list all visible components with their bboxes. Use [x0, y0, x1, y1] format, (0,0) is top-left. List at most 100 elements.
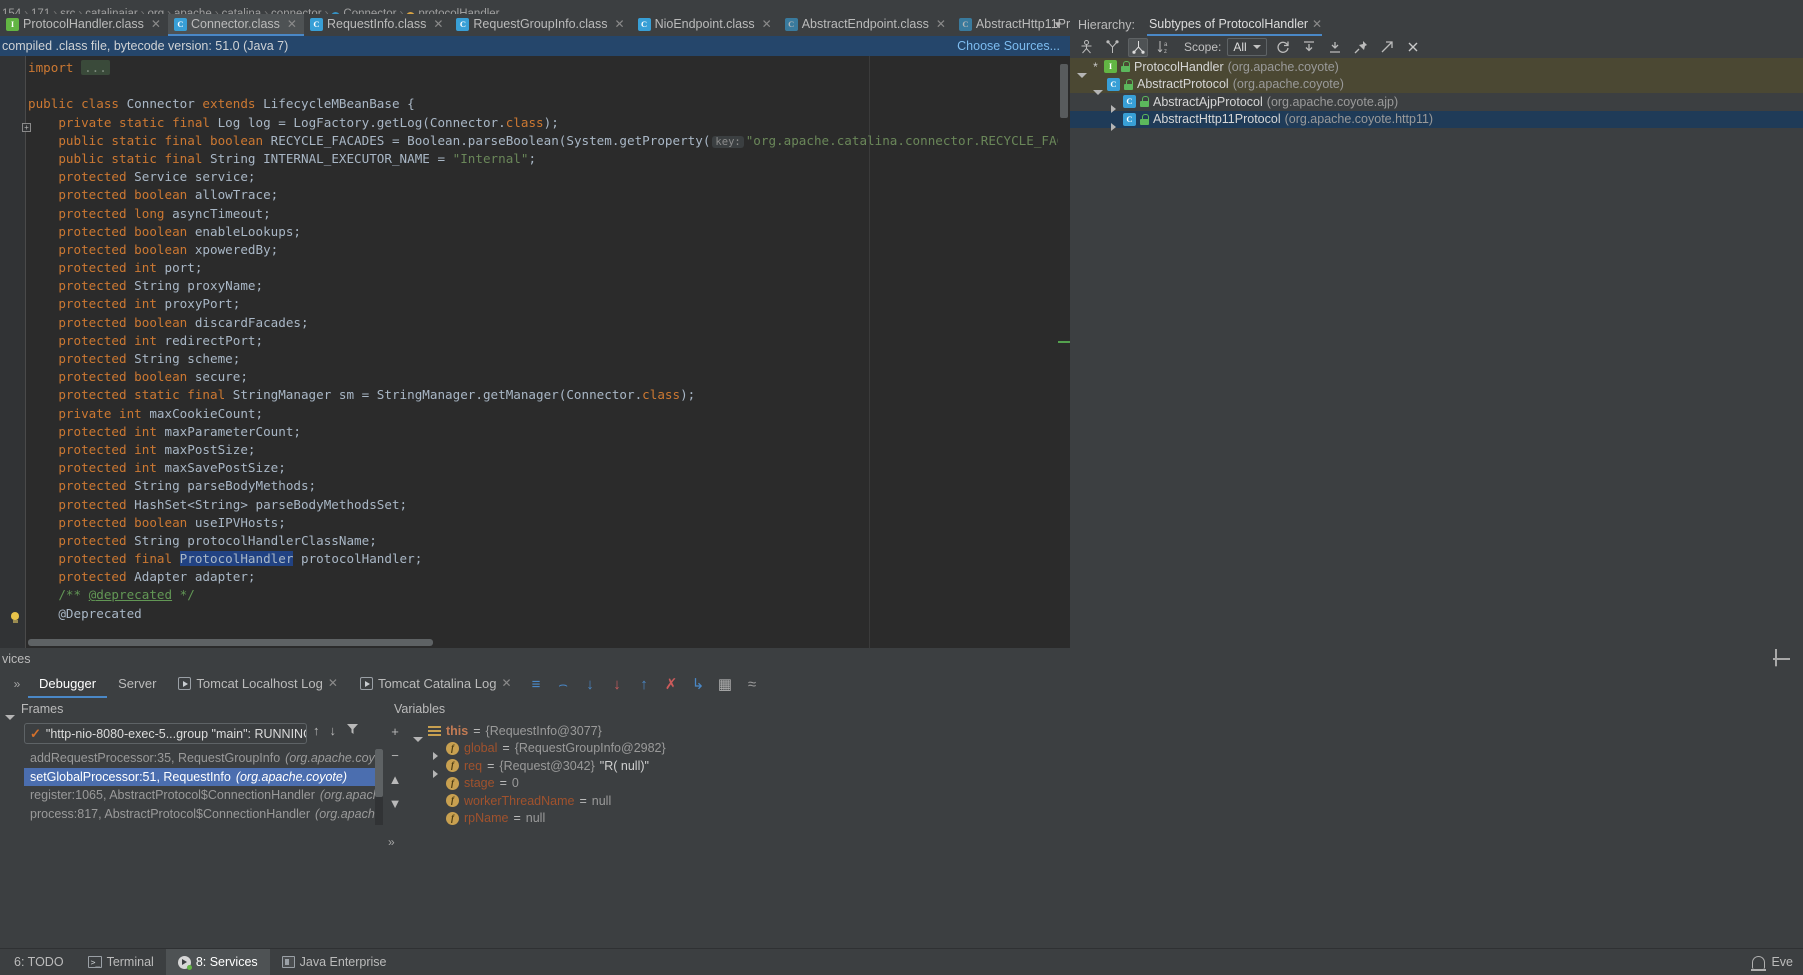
step-into-icon[interactable]: ↓	[583, 677, 598, 692]
debugger-tab-0[interactable]: Debugger	[28, 670, 108, 698]
step-over-icon[interactable]: ⌢	[556, 677, 571, 692]
move-down-icon[interactable]: ▼	[389, 796, 402, 811]
code-editor[interactable]: import ... public class Connector extends…	[0, 56, 1070, 648]
statusbar-item-todo[interactable]: 6: TODO	[2, 949, 76, 975]
add-watch-icon[interactable]: +	[391, 724, 399, 739]
frame-row-0[interactable]: addRequestProcessor:35, RequestGroupInfo…	[24, 749, 383, 768]
variable-row-1[interactable]: f global = {RequestGroupInfo@2982}	[412, 740, 1312, 761]
close-icon[interactable]: ✕	[1312, 17, 1322, 31]
debugger-tab-1[interactable]: Server	[107, 670, 167, 698]
frames-scrollbar[interactable]	[375, 749, 383, 825]
settings-gear-icon[interactable]	[1775, 651, 1789, 667]
variable-name: req	[464, 758, 483, 773]
frame-row-2[interactable]: register:1065, AbstractProtocol$Connecti…	[24, 786, 383, 805]
expand-tabs-icon[interactable]: »	[6, 677, 28, 691]
code-line: public static final String INTERNAL_EXEC…	[28, 150, 1070, 168]
frame-row-1[interactable]: setGlobalProcessor:51, RequestInfo (org.a…	[24, 767, 383, 786]
frame-package: (org.apache.coyote)	[285, 751, 383, 766]
statusbar-item-java-enterprise[interactable]: Java Enterprise	[270, 949, 399, 975]
debugger-tab-3[interactable]: Tomcat Catalina Log ✕	[349, 670, 523, 698]
editor-scrollbar-thumb[interactable]	[1060, 64, 1068, 118]
hierarchy-tree-row-2[interactable]: AbstractAjpProtocol(org.apache.coyote.aj…	[1070, 93, 1803, 114]
close-icon[interactable]: ✕	[501, 676, 511, 690]
editor-tab-0[interactable]: ProtocolHandler.class ✕	[0, 14, 168, 36]
hierarchy-node-package: (org.apache.coyote.http11)	[1284, 112, 1434, 127]
public-visibility-icon	[1140, 96, 1149, 108]
variable-row-2[interactable]: f req = {Request@3042} "R( null)"	[412, 757, 1312, 778]
collapse-all-icon[interactable]	[1325, 38, 1345, 57]
refresh-icon[interactable]	[1273, 38, 1293, 57]
pin-tab-icon[interactable]	[1351, 38, 1371, 57]
filter-frames-icon[interactable]	[346, 722, 359, 738]
type-hierarchy-icon[interactable]	[1076, 38, 1096, 57]
statusbar-right[interactable]: Eve	[1751, 955, 1793, 971]
hierarchy-node-package: (org.apache.coyote.ajp)	[1266, 94, 1399, 109]
intention-bulb-icon[interactable]	[9, 612, 22, 625]
hierarchy-node-package: (org.apache.coyote)	[1232, 77, 1344, 92]
editor-tab-3[interactable]: RequestGroupInfo.class ✕	[450, 14, 631, 36]
fold-toggle-icon[interactable]: +	[22, 123, 31, 132]
statusbar-item-terminal[interactable]: >_ Terminal	[76, 949, 166, 975]
editor-scrollbar[interactable]	[1058, 56, 1070, 648]
statusbar-item-services[interactable]: 8: Services	[165, 948, 270, 975]
close-icon[interactable]: ✕	[936, 17, 946, 31]
editor-horizontal-scrollbar[interactable]	[28, 639, 433, 646]
code-token: );	[543, 114, 559, 130]
editor-tab-2[interactable]: RequestInfo.class ✕	[304, 14, 450, 36]
step-out-icon[interactable]: ↑	[637, 677, 652, 692]
editor-tab-4[interactable]: NioEndpoint.class ✕	[632, 14, 779, 36]
more-tabs-chevron-icon[interactable]: ▼	[1046, 14, 1070, 36]
open-in-editor-icon[interactable]	[1377, 38, 1397, 57]
frame-row-3[interactable]: process:817, AbstractProtocol$Connection…	[24, 805, 383, 824]
expand-all-icon[interactable]	[1299, 38, 1319, 57]
sort-alphabetically-icon[interactable]: az	[1154, 38, 1174, 57]
subtypes-hierarchy-icon[interactable]	[1128, 37, 1148, 57]
hierarchy-tree[interactable]: *ProtocolHandler(org.apache.coyote)Abstr…	[1070, 58, 1803, 648]
evaluate-expression-icon[interactable]: ▦	[718, 677, 733, 692]
code-token: RECYCLE_FACADES = Boolean.parseBoolean(S…	[270, 132, 711, 148]
close-icon[interactable]: ✕	[328, 676, 338, 690]
supertypes-hierarchy-icon[interactable]	[1102, 38, 1122, 57]
variable-row-3[interactable]: f stage = 0	[412, 775, 1312, 793]
force-step-into-icon[interactable]: ↓	[610, 677, 625, 692]
drop-frame-icon[interactable]: ✗	[664, 677, 679, 692]
choose-sources-link[interactable]: Choose Sources...	[957, 39, 1060, 53]
move-up-icon[interactable]: ▲	[389, 772, 402, 787]
hierarchy-tree-row-1[interactable]: AbstractProtocol(org.apache.coyote)	[1070, 75, 1803, 96]
close-icon[interactable]: ✕	[615, 17, 625, 31]
variable-row-5[interactable]: f rpName = null	[412, 810, 1312, 828]
frame-up-icon[interactable]: ↑	[313, 723, 320, 738]
frames-list[interactable]: addRequestProcessor:35, RequestGroupInfo…	[24, 749, 383, 825]
expand-more-icon[interactable]: »	[388, 835, 395, 849]
thread-selector[interactable]: ✓ "http-nio-8080-exec-5...group "main": …	[24, 723, 307, 744]
scope-label: Scope:	[1184, 40, 1222, 54]
variable-row-4[interactable]: f workerThreadName = null	[412, 792, 1312, 810]
remove-watch-icon[interactable]: −	[391, 748, 399, 763]
close-icon[interactable]: ✕	[433, 17, 443, 31]
hierarchy-tab[interactable]: Subtypes of ProtocolHandler ✕	[1146, 14, 1323, 36]
run-to-cursor-icon[interactable]: ↳	[691, 677, 706, 692]
code-content[interactable]: import ... public class Connector extends…	[28, 56, 1070, 648]
hierarchy-tree-row-0[interactable]: * ProtocolHandler(org.apache.coyote)	[1070, 58, 1803, 78]
hierarchy-tree-row-3[interactable]: AbstractHttp11Protocol(org.apache.coyote…	[1070, 110, 1803, 131]
debugger-tab-2[interactable]: Tomcat Localhost Log ✕	[167, 670, 349, 698]
variables-tree[interactable]: this = {RequestInfo@3077} f global = {RequestG…	[412, 722, 1312, 827]
close-icon[interactable]: ✕	[151, 17, 161, 31]
editor-tab-5[interactable]: AbstractEndpoint.class ✕	[779, 14, 953, 36]
editor-fold-column[interactable]	[21, 56, 26, 648]
list-icon	[428, 725, 441, 736]
close-panel-icon[interactable]	[1403, 38, 1423, 57]
mute-breakpoints-icon[interactable]: ≈	[745, 677, 760, 692]
layout-settings-icon[interactable]: ≡	[529, 677, 544, 692]
close-icon[interactable]: ✕	[762, 17, 772, 31]
frame-down-icon[interactable]: ↓	[330, 723, 337, 738]
variable-equals: =	[487, 758, 495, 773]
close-icon[interactable]: ✕	[287, 17, 297, 31]
code-token: protected	[58, 532, 135, 548]
field-icon: f	[446, 759, 459, 773]
variable-row-0[interactable]: this = {RequestInfo@3077}	[412, 722, 1312, 742]
editor-tab-1[interactable]: Connector.class ✕	[167, 14, 304, 36]
code-token: String proxyName;	[134, 278, 264, 294]
scope-dropdown[interactable]: All	[1227, 38, 1267, 56]
